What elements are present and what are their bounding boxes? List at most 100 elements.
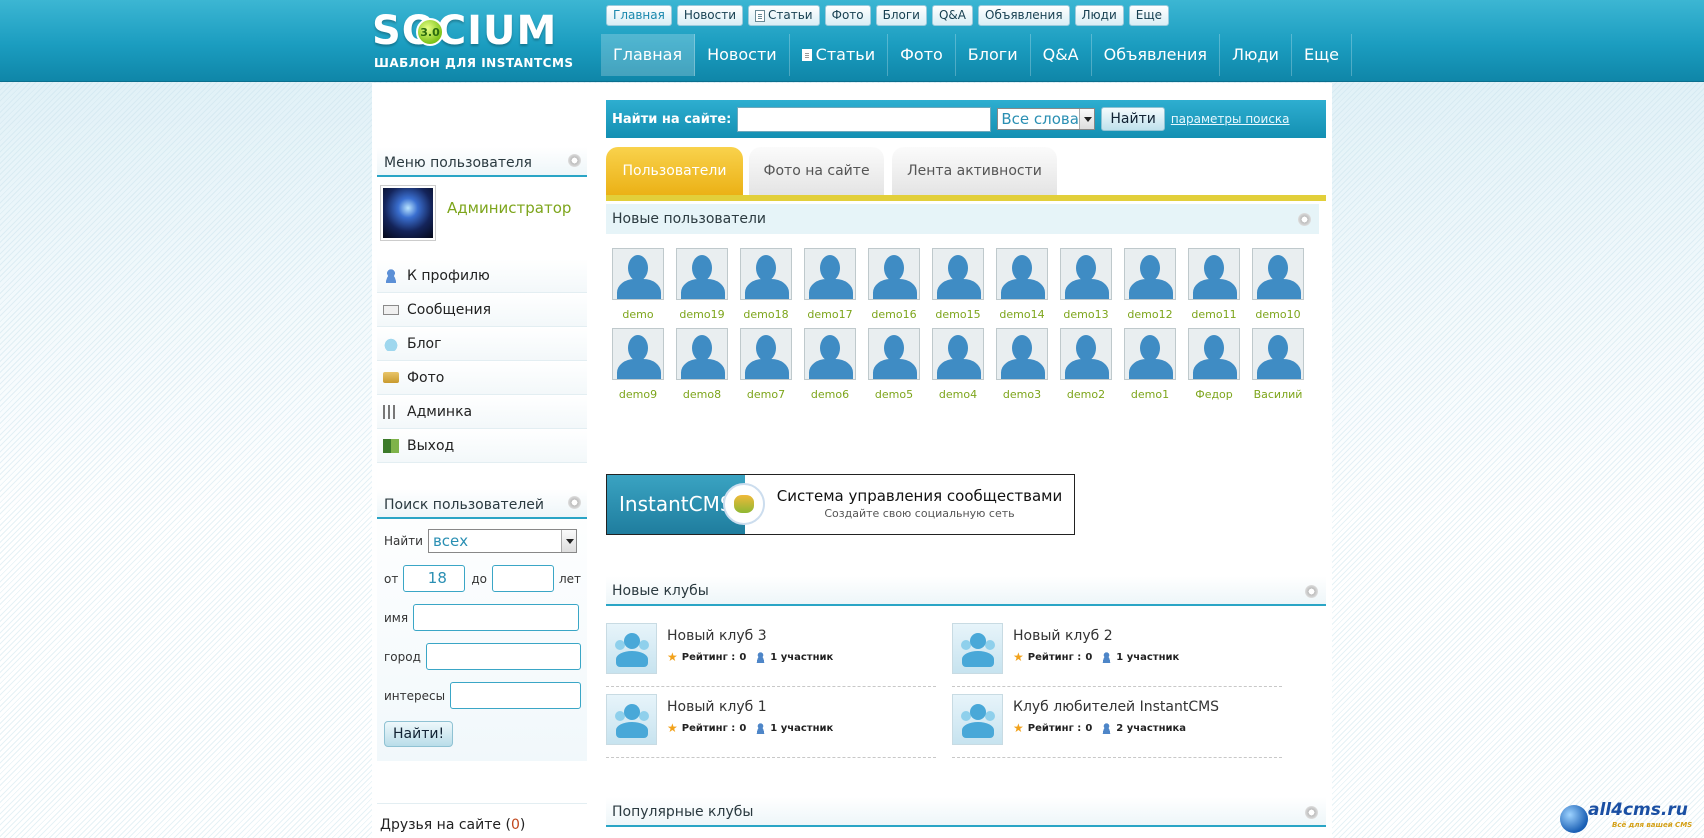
site-logo[interactable]: SOCIUM 3.0 ШАБЛОН ДЛЯ INSTANTCMS <box>372 6 592 72</box>
user-thumb-name[interactable]: demo14 <box>995 308 1049 322</box>
nav-articles[interactable]: Статьи <box>790 34 889 76</box>
user-thumb[interactable]: demo15 <box>931 248 985 322</box>
topnav-home[interactable]: Главная <box>606 5 672 26</box>
nav-photo[interactable]: Фото <box>888 34 956 76</box>
user-thumb[interactable]: demo17 <box>803 248 857 322</box>
nav-ads[interactable]: Объявления <box>1092 34 1220 76</box>
menu-item-messages[interactable]: Сообщения <box>377 293 587 327</box>
topnav-people[interactable]: Люди <box>1074 5 1124 26</box>
instantcms-banner[interactable]: InstantCMS Система управления сообщества… <box>606 474 1075 535</box>
user-thumb-name[interactable]: demo17 <box>803 308 857 322</box>
user-name-link[interactable]: Администратор <box>447 199 571 217</box>
avatar[interactable] <box>804 248 856 300</box>
user-thumb[interactable]: Василий <box>1251 328 1305 402</box>
gear-icon[interactable] <box>1305 585 1318 598</box>
user-thumb-name[interactable]: demo2 <box>1059 388 1113 402</box>
age-to-input[interactable] <box>491 565 554 592</box>
user-thumb-name[interactable]: demo15 <box>931 308 985 322</box>
user-thumb-name[interactable]: demo5 <box>867 388 921 402</box>
user-thumb[interactable]: demo12 <box>1123 248 1177 322</box>
topnav-more[interactable]: Еще <box>1128 5 1170 26</box>
gear-icon[interactable] <box>568 496 581 509</box>
search-mode-select[interactable]: Все слова <box>997 108 1096 130</box>
avatar[interactable] <box>676 328 728 380</box>
chevron-down-icon[interactable] <box>1079 109 1095 129</box>
site-search-input[interactable] <box>737 106 992 132</box>
interests-input[interactable] <box>450 682 582 709</box>
avatar[interactable] <box>932 328 984 380</box>
club-avatar[interactable] <box>606 623 657 674</box>
user-thumb-name[interactable]: demo12 <box>1123 308 1177 322</box>
topnav-qa[interactable]: Q&A <box>931 5 973 26</box>
nav-people[interactable]: Люди <box>1220 34 1292 76</box>
avatar[interactable] <box>676 248 728 300</box>
avatar[interactable] <box>1252 328 1304 380</box>
avatar[interactable] <box>740 248 792 300</box>
name-input[interactable] <box>413 604 580 631</box>
nav-more[interactable]: Еще <box>1292 34 1352 76</box>
tab-activity-feed[interactable]: Лента активности <box>892 147 1057 195</box>
menu-item-photo[interactable]: Фото <box>377 361 587 395</box>
club-name-link[interactable]: Клуб любителей InstantCMS <box>1013 699 1219 715</box>
club-avatar[interactable] <box>952 694 1003 745</box>
avatar[interactable] <box>380 185 436 241</box>
topnav-articles[interactable]: Статьи <box>748 5 820 26</box>
user-thumb-name[interactable]: demo18 <box>739 308 793 322</box>
club-name-link[interactable]: Новый клуб 1 <box>667 699 833 715</box>
user-thumb[interactable]: demo14 <box>995 248 1049 322</box>
user-thumb-name[interactable]: Василий <box>1251 388 1305 402</box>
find-select[interactable]: всех <box>427 529 577 553</box>
user-thumb[interactable]: demo7 <box>739 328 793 402</box>
user-thumb-name[interactable]: demo11 <box>1187 308 1241 322</box>
user-thumb[interactable]: demo9 <box>611 328 665 402</box>
club-avatar[interactable] <box>952 623 1003 674</box>
advanced-search-link[interactable]: параметры поиска <box>1171 112 1290 126</box>
user-thumb[interactable]: demo5 <box>867 328 921 402</box>
user-thumb-name[interactable]: demo19 <box>675 308 729 322</box>
user-thumb-name[interactable]: demo8 <box>675 388 729 402</box>
avatar[interactable] <box>1060 248 1112 300</box>
avatar[interactable] <box>868 328 920 380</box>
user-thumb[interactable]: demo1 <box>1123 328 1177 402</box>
nav-home[interactable]: Главная <box>601 34 696 76</box>
user-thumb[interactable]: demo18 <box>739 248 793 322</box>
user-thumb-name[interactable]: demo4 <box>931 388 985 402</box>
topnav-news[interactable]: Новости <box>676 5 744 26</box>
avatar[interactable] <box>740 328 792 380</box>
topnav-photo[interactable]: Фото <box>824 5 871 26</box>
user-thumb-name[interactable]: demo16 <box>867 308 921 322</box>
user-thumb-name[interactable]: demo <box>611 308 665 322</box>
nav-news[interactable]: Новости <box>695 34 790 76</box>
age-from-input[interactable]: 18 <box>403 565 466 592</box>
topnav-ads[interactable]: Объявления <box>978 5 1070 26</box>
avatar[interactable] <box>1124 328 1176 380</box>
tab-users[interactable]: Пользователи <box>606 147 743 195</box>
user-thumb[interactable]: demo13 <box>1059 248 1113 322</box>
tab-site-photos[interactable]: Фото на сайте <box>749 147 884 195</box>
user-thumb-name[interactable]: demo7 <box>739 388 793 402</box>
avatar[interactable] <box>1060 328 1112 380</box>
site-search-button[interactable]: Найти <box>1101 107 1165 131</box>
menu-item-profile[interactable]: К профилю <box>377 259 587 293</box>
user-thumb-name[interactable]: demo3 <box>995 388 1049 402</box>
user-search-submit-button[interactable]: Найти! <box>384 721 454 747</box>
club-name-link[interactable]: Новый клуб 3 <box>667 628 833 644</box>
avatar[interactable] <box>1252 248 1304 300</box>
avatar[interactable] <box>612 248 664 300</box>
gear-icon[interactable] <box>1305 806 1318 819</box>
club-avatar[interactable] <box>606 694 657 745</box>
user-thumb-name[interactable]: demo13 <box>1059 308 1113 322</box>
user-thumb[interactable]: demo19 <box>675 248 729 322</box>
menu-item-admin[interactable]: Админка <box>377 395 587 429</box>
user-thumb-name[interactable]: Федор <box>1187 388 1241 402</box>
user-thumb[interactable]: demo10 <box>1251 248 1305 322</box>
avatar[interactable] <box>612 328 664 380</box>
topnav-blogs[interactable]: Блоги <box>875 5 927 26</box>
avatar[interactable] <box>996 248 1048 300</box>
avatar[interactable] <box>1188 328 1240 380</box>
nav-blogs[interactable]: Блоги <box>956 34 1031 76</box>
avatar[interactable] <box>1124 248 1176 300</box>
gear-icon[interactable] <box>1298 213 1311 226</box>
user-thumb[interactable]: demo4 <box>931 328 985 402</box>
user-thumb[interactable]: Федор <box>1187 328 1241 402</box>
